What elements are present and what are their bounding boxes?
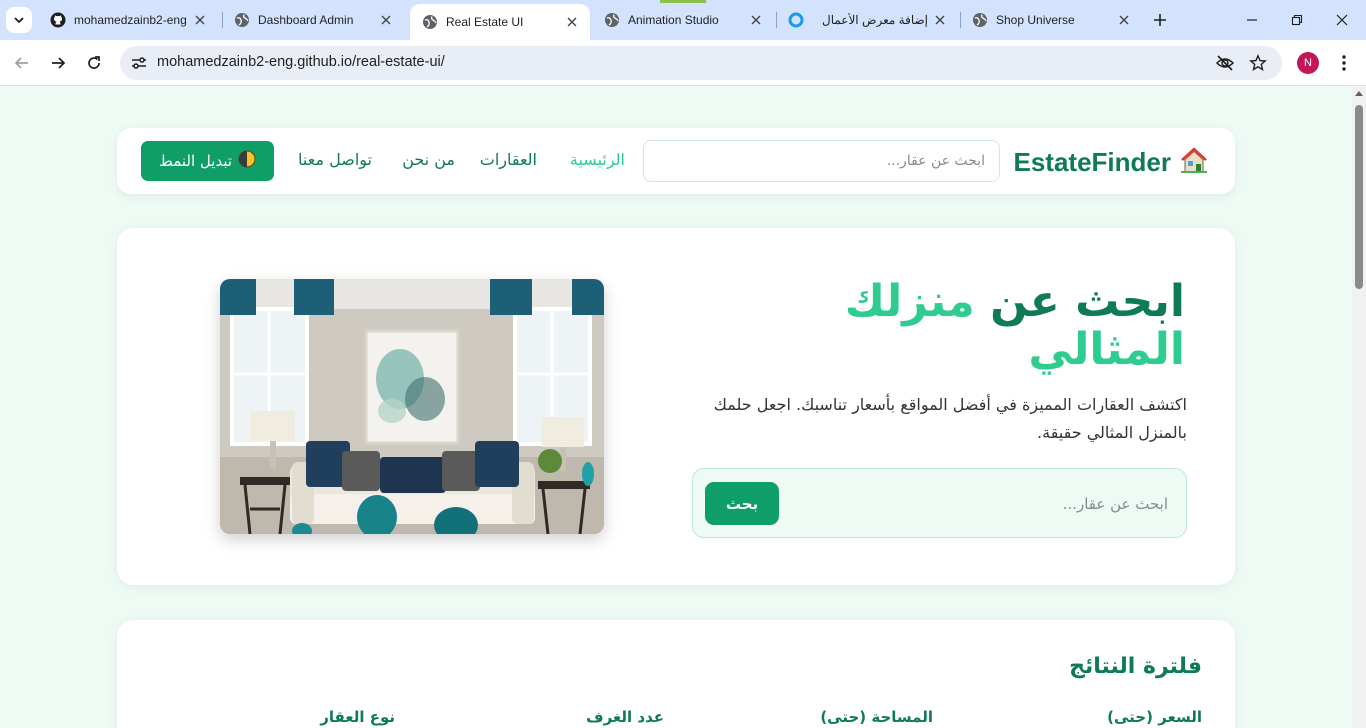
filter-label-price: السعر (حتى) bbox=[1107, 708, 1202, 726]
github-icon bbox=[50, 12, 66, 28]
chevron-down-icon bbox=[14, 17, 24, 24]
theme-toggle-label: تبديل النمط bbox=[158, 152, 233, 170]
hero-title: ابحث عن منزلك المثالي bbox=[765, 278, 1185, 374]
page-viewport: EstateFinder الرئيسية العقارات من نحن تو… bbox=[0, 87, 1352, 728]
reload-icon bbox=[88, 56, 100, 69]
globe-icon bbox=[234, 12, 250, 28]
close-icon bbox=[1336, 14, 1348, 26]
hero-title-part1: ابحث عن bbox=[990, 276, 1185, 327]
filter-section: فلترة النتائج السعر (حتى) المساحة (حتى) … bbox=[117, 620, 1235, 728]
filter-title: فلترة النتائج bbox=[1069, 654, 1202, 679]
half-moon-icon bbox=[238, 150, 256, 172]
theme-toggle-button[interactable]: تبديل النمط bbox=[141, 141, 274, 181]
page-scrollbar[interactable] bbox=[1352, 87, 1366, 728]
arrow-left-icon bbox=[14, 57, 28, 69]
hero-search-input[interactable] bbox=[808, 487, 1168, 521]
hero-search-button[interactable]: بحث bbox=[705, 482, 779, 525]
browser-tab-bar: mohamedzainb2-eng Dashboard Admin Real E… bbox=[0, 0, 1366, 40]
globe-icon bbox=[422, 14, 438, 30]
tab-title: Real Estate UI bbox=[446, 15, 524, 29]
close-icon[interactable] bbox=[1116, 12, 1132, 28]
navbar-search-input[interactable] bbox=[643, 140, 1000, 182]
reload-button[interactable] bbox=[80, 49, 108, 77]
nav-link-contact[interactable]: تواصل معنا bbox=[298, 150, 372, 169]
filter-label-rooms: عدد الغرف bbox=[586, 708, 664, 726]
star-icon[interactable] bbox=[1248, 53, 1268, 73]
hero-description: اكتشف العقارات المميزة في أفضل المواقع ب… bbox=[713, 395, 1187, 442]
hero-search-box: بحث bbox=[692, 468, 1187, 538]
close-icon[interactable] bbox=[378, 12, 394, 28]
tab-search-button[interactable] bbox=[6, 7, 32, 33]
restore-button[interactable] bbox=[1277, 6, 1317, 34]
minimize-button[interactable] bbox=[1232, 6, 1272, 34]
scroll-up-arrow-icon[interactable] bbox=[1355, 91, 1363, 96]
forward-button[interactable] bbox=[44, 49, 72, 77]
tab-github[interactable]: mohamedzainb2-eng bbox=[38, 6, 218, 34]
filter-label-area: المساحة (حتى) bbox=[820, 708, 933, 726]
tab-title: mohamedzainb2-eng bbox=[74, 13, 187, 27]
nav-link-about[interactable]: من نحن bbox=[402, 150, 455, 169]
new-tab-button[interactable] bbox=[1148, 8, 1172, 32]
back-button[interactable] bbox=[8, 49, 36, 77]
site-logo[interactable]: EstateFinder bbox=[1014, 145, 1210, 179]
tab-shop-universe[interactable]: Shop Universe bbox=[960, 6, 1142, 34]
restore-icon bbox=[1291, 14, 1303, 26]
close-icon[interactable] bbox=[748, 12, 764, 28]
url-text[interactable]: mohamedzainb2-eng.github.io/real-estate-… bbox=[157, 54, 445, 70]
window-close-button[interactable] bbox=[1322, 6, 1362, 34]
site-settings-icon[interactable] bbox=[130, 54, 148, 72]
tab-title: Shop Universe bbox=[996, 13, 1075, 27]
eye-off-icon[interactable] bbox=[1215, 53, 1235, 73]
tab-title: Animation Studio bbox=[628, 13, 719, 27]
hero-section: ابحث عن منزلك المثالي اكتشف العقارات الم… bbox=[117, 228, 1235, 585]
nav-link-properties[interactable]: العقارات bbox=[480, 150, 537, 169]
nav-link-home[interactable]: الرئيسية bbox=[570, 150, 625, 169]
tab-real-estate-ui[interactable]: Real Estate UI bbox=[410, 4, 590, 40]
globe-icon bbox=[604, 12, 620, 28]
tab-animation-studio[interactable]: Animation Studio bbox=[592, 6, 774, 34]
arrow-right-icon bbox=[52, 57, 66, 69]
logo-text: EstateFinder bbox=[1013, 146, 1172, 177]
address-bar[interactable]: mohamedzainb2-eng.github.io/real-estate-… bbox=[120, 46, 1282, 80]
kebab-menu-icon[interactable] bbox=[1334, 52, 1354, 74]
tab-title: إضافة معرض الأعمال bbox=[821, 13, 928, 27]
browser-toolbar: mohamedzainb2-eng.github.io/real-estate-… bbox=[0, 40, 1366, 86]
tab-dashboard-admin[interactable]: Dashboard Admin bbox=[222, 6, 404, 34]
site-navbar: EstateFinder الرئيسية العقارات من نحن تو… bbox=[117, 128, 1235, 194]
loading-icon bbox=[788, 12, 804, 28]
plus-icon bbox=[1154, 14, 1166, 26]
close-icon[interactable] bbox=[564, 14, 580, 30]
tab-loading-indicator bbox=[660, 0, 706, 3]
tab-portfolio[interactable]: إضافة معرض الأعمال bbox=[776, 6, 958, 34]
house-icon bbox=[1179, 145, 1209, 179]
profile-avatar[interactable]: N bbox=[1297, 52, 1319, 74]
close-icon[interactable] bbox=[192, 12, 208, 28]
globe-icon bbox=[972, 12, 988, 28]
scrollbar-thumb[interactable] bbox=[1355, 105, 1363, 289]
minimize-icon bbox=[1247, 19, 1257, 21]
hero-living-room-image bbox=[220, 279, 604, 534]
close-icon[interactable] bbox=[932, 12, 948, 28]
tab-title: Dashboard Admin bbox=[258, 13, 354, 27]
filter-label-type: نوع العقار bbox=[320, 708, 395, 726]
